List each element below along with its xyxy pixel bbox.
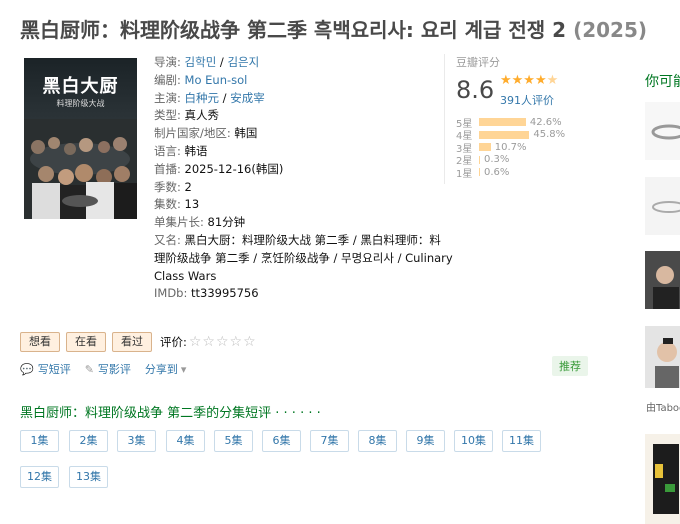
episode-button-7[interactable]: 7集 [310,430,349,452]
poster-crowd-art [24,119,137,219]
premiere-row: 首播: 2025-12-16(韩国) [154,161,284,176]
cast-link-2[interactable]: 安成宰 [230,91,265,105]
imdb-row: IMDb: tt33995756 [154,286,259,301]
rating-row: 1星 0.6% [456,166,510,180]
language-value: 韩语 [184,143,208,158]
page-title: 黑白厨师：料理阶级战争 第二季 흑백요리사: 요리 계급 전쟁 2 (2025) [20,14,647,43]
want-button[interactable]: 想看 [20,332,60,352]
country-row: 制片国家/地区: 韩国 [154,126,258,141]
runtime-value: 81分钟 [207,215,246,230]
cast-row: 主演: 白种元 / 安成宰 [154,90,265,105]
episode-reviews-heading[interactable]: 黑白厨师：料理阶级战争 第二季的分集短评 · · · · · · [20,402,321,421]
rating-bar [479,118,526,127]
premiere-value: 2025-12-16(韩国) [184,161,284,176]
rating-score: 8.6 [456,76,495,104]
poster-subtitle: 料理阶级大战 [56,99,105,108]
info-panel: 导演: 김학민 / 김은지 编剧: Mo Eun-sol 主演: 白种元 / 安… [154,54,453,303]
title-year: (2025) [573,18,648,42]
episode-button-4[interactable]: 4集 [166,430,205,452]
episode-button-11[interactable]: 11集 [502,430,541,452]
sidebar-thumb-3[interactable] [645,251,680,309]
seasons-row: 季数: 2 [154,179,192,194]
director-row: 导演: 김학민 / 김은지 [154,55,260,69]
episode-button-13[interactable]: 13集 [69,466,108,488]
episodes-value: 13 [184,197,200,212]
bracelet-icon [651,124,680,140]
product-photo-icon [653,444,679,514]
person-photo-icon [645,326,680,388]
sidebar-caption: 由Taboo [646,403,680,414]
bracelet-icon [652,201,680,213]
rating-stars-icon: ★★★★★ [500,73,559,88]
director-link-1[interactable]: 김학민 [185,55,217,69]
write-short-review-link[interactable]: 💬 写短评 [20,361,71,377]
comment-icon: 💬 [20,362,34,376]
aka-line-1: 黑白大厨：料理阶级大战 第二季 / 黑白料理师：料 [184,232,441,247]
language-row: 语言: 韩语 [154,143,208,158]
aka-row-1: 又名: 黑白大厨：料理阶级大战 第二季 / 黑白料理师：料 [154,232,441,247]
country-value: 韩国 [234,126,258,141]
genre-value: 真人秀 [184,108,220,123]
aka-row-3: Class Wars [154,268,217,283]
share-link[interactable]: 分享到 ▾ [145,361,187,377]
write-review-link[interactable]: ✎ 写影评 [85,361,131,377]
episode-button-2[interactable]: 2集 [69,430,108,452]
rating-label: 豆瓣评分 [456,56,500,69]
person-photo-icon [645,251,680,309]
sidebar-heading: 你可能 [645,74,680,90]
action-links: 💬 写短评 ✎ 写影评 分享到 ▾ [20,361,200,377]
rate-stars-input[interactable]: ☆☆☆☆☆ [189,334,257,350]
rating-bar [479,168,480,177]
sidebar-thumb-1[interactable] [645,102,680,160]
episode-button-3[interactable]: 3集 [117,430,156,452]
genre-row: 类型: 真人秀 [154,108,220,123]
sidebar-thumb-5[interactable] [645,434,680,524]
writer-row: 编剧: Mo Eun-sol [154,72,248,87]
rating-bar [479,143,491,152]
episode-button-1[interactable]: 1集 [20,430,59,452]
episode-button-6[interactable]: 6集 [262,430,301,452]
episode-button-9[interactable]: 9集 [406,430,445,452]
cast-link-1[interactable]: 白种元 [185,91,220,105]
collect-buttons: 想看 在看 看过 评价: ☆☆☆☆☆ [20,332,257,352]
director-link-2[interactable]: 김은지 [227,55,259,69]
aka-row-2: 理阶级战争 第二季 / 烹饪阶级战争 / 무명요리사 / Culinary [154,250,453,265]
sidebar-thumb-2[interactable] [645,177,680,235]
title-text: 黑白厨师：料理阶级战争 第二季 흑백요리사: 요리 계급 전쟁 2 [20,18,567,42]
poster-title: 黑白大厨 [42,76,119,97]
chevron-down-icon: ▾ [180,362,187,376]
poster-image[interactable]: 黑白大厨 料理阶级大战 [24,58,137,219]
watching-button[interactable]: 在看 [66,332,106,352]
episodes-row: 集数: 13 [154,197,200,212]
episode-button-10[interactable]: 10集 [454,430,493,452]
watched-button[interactable]: 看过 [112,332,152,352]
rate-label: 评价: [160,335,187,349]
rating-distribution: 5星 42.6% 4星 45.8% 3星 10.7% 2星 0.3% 1星 0.6% [456,116,591,180]
rating-bar [479,155,480,164]
episode-button-8[interactable]: 8集 [358,430,397,452]
runtime-row: 单集片长: 81分钟 [154,215,246,230]
seasons-value: 2 [184,179,192,194]
sidebar-thumb-4[interactable] [645,326,680,388]
rating-count-link[interactable]: 391人评价 [500,92,554,108]
writer-link[interactable]: Mo Eun-sol [185,73,248,87]
rating-panel: 豆瓣评分 8.6 ★★★★★ 391人评价 5星 42.6% 4星 45.8% 3星… [444,54,590,184]
pencil-icon: ✎ [84,362,94,376]
rating-bar [479,130,530,139]
episode-button-12[interactable]: 12集 [20,466,59,488]
imdb-value: tt33995756 [191,286,259,301]
recommend-button[interactable]: 推荐 [552,356,588,376]
episode-button-5[interactable]: 5集 [214,430,253,452]
